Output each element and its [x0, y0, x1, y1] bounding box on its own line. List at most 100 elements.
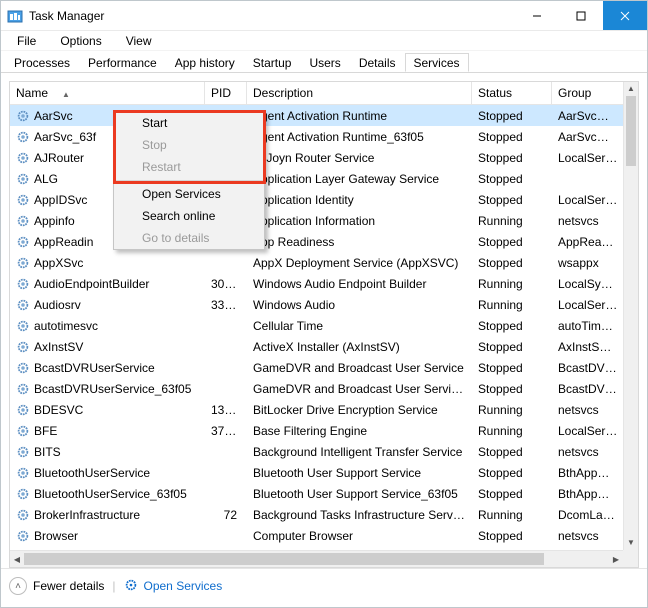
table-row[interactable]: AppinfoApplication InformationRunningnet… [10, 210, 638, 231]
services-table[interactable]: Name▲ PID Description Status Group AarSv… [9, 81, 639, 568]
service-group: LocalService [552, 298, 624, 312]
service-status: Stopped [472, 319, 552, 333]
col-status[interactable]: Status [472, 82, 552, 104]
scroll-up-icon[interactable]: ▲ [624, 82, 638, 96]
service-status: Stopped [472, 193, 552, 207]
service-desc: GameDVR and Broadcast User Service [247, 361, 472, 375]
table-row[interactable]: ALGApplication Layer Gateway ServiceStop… [10, 168, 638, 189]
table-row[interactable]: BcastDVRUserServiceGameDVR and Broadcast… [10, 357, 638, 378]
service-name: BluetoothUserService [34, 466, 150, 480]
scroll-down-icon[interactable]: ▼ [624, 536, 638, 550]
table-row[interactable]: autotimesvcCellular TimeStoppedautoTimeS… [10, 315, 638, 336]
gear-icon [124, 578, 138, 595]
table-row[interactable]: BcastDVRUserService_63f05 GameDVR and Bro… [10, 378, 638, 399]
table-row[interactable]: AJRouterAllJoyn Router ServiceStoppedLoc… [10, 147, 638, 168]
service-group: AppReadine [552, 235, 624, 249]
menu-view[interactable]: View [114, 32, 164, 50]
table-row[interactable]: BFE3748Base Filtering EngineRunningLocal… [10, 420, 638, 441]
table-row[interactable]: AarSvc_63fAgent Activation Runtime_63f05… [10, 126, 638, 147]
vscroll-thumb[interactable] [626, 96, 636, 166]
maximize-button[interactable] [559, 1, 603, 30]
window-titlebar: Task Manager [1, 1, 647, 31]
tab-performance[interactable]: Performance [79, 53, 166, 72]
service-desc: GameDVR and Broadcast User Servic... [247, 382, 472, 396]
scroll-left-icon[interactable]: ◀ [10, 551, 24, 567]
service-status: Stopped [472, 382, 552, 396]
horizontal-scrollbar[interactable]: ◀ ▶ [10, 550, 623, 567]
ctx-stop: Stop [114, 134, 264, 156]
tab-users[interactable]: Users [300, 53, 349, 72]
service-desc: Bluetooth User Support Service_63f05 [247, 487, 472, 501]
service-desc: Bluetooth User Support Service [247, 466, 472, 480]
table-row[interactable]: BrowserComputer BrowserStoppednetsvcs [10, 525, 638, 546]
open-services-link[interactable]: Open Services [124, 578, 223, 595]
table-row[interactable]: AppReadinApp ReadinessStoppedAppReadine [10, 231, 638, 252]
table-row[interactable]: AppIDSvcApplication IdentityStoppedLocal… [10, 189, 638, 210]
table-row[interactable]: BDESVC1392BitLocker Drive Encryption Ser… [10, 399, 638, 420]
service-desc: BitLocker Drive Encryption Service [247, 403, 472, 417]
service-pid: 1392 [205, 403, 247, 417]
table-row[interactable]: AarSvcAgent Activation RuntimeStoppedAar… [10, 105, 638, 126]
ctx-search-online[interactable]: Search online [114, 205, 264, 227]
ctx-open-services[interactable]: Open Services [114, 183, 264, 205]
service-group: LocalSystem [552, 277, 624, 291]
tab-app-history[interactable]: App history [166, 53, 244, 72]
service-group: AxInstSVGro [552, 340, 624, 354]
table-row[interactable]: BluetoothUserService Bluetooth User Suppo… [10, 462, 638, 483]
col-name[interactable]: Name▲ [10, 82, 205, 104]
ctx-separator [115, 180, 263, 181]
minimize-button[interactable] [515, 1, 559, 30]
service-desc: ActiveX Installer (AxInstSV) [247, 340, 472, 354]
tab-processes[interactable]: Processes [5, 53, 79, 72]
tab-details[interactable]: Details [350, 53, 405, 72]
service-gear-icon [16, 508, 30, 522]
service-desc: Application Identity [247, 193, 472, 207]
service-status: Stopped [472, 151, 552, 165]
ctx-start[interactable]: Start [114, 112, 264, 134]
service-gear-icon [16, 466, 30, 480]
service-name: BcastDVRUserService_63f05 [34, 382, 191, 396]
close-button[interactable] [603, 1, 647, 30]
service-group: netsvcs [552, 529, 624, 543]
service-status: Stopped [472, 445, 552, 459]
table-row[interactable]: BITSBackground Intelligent Transfer Serv… [10, 441, 638, 462]
menu-options[interactable]: Options [48, 32, 113, 50]
service-status: Stopped [472, 109, 552, 123]
tab-services[interactable]: Services [405, 53, 469, 72]
service-desc: Agent Activation Runtime_63f05 [247, 130, 472, 144]
service-name: BFE [34, 424, 57, 438]
footer-bar: ˄ Fewer details | Open Services [1, 569, 647, 603]
service-group: LocalService [552, 193, 624, 207]
hscroll-thumb[interactable] [24, 553, 544, 565]
table-row[interactable]: AxInstSVActiveX Installer (AxInstSV)Stop… [10, 336, 638, 357]
col-group[interactable]: Group [552, 82, 624, 104]
table-row[interactable]: BluetoothUserService_63f05Bluetooth User… [10, 483, 638, 504]
service-pid: 3024 [205, 277, 247, 291]
table-row[interactable]: BrokerInfrastructure72Background Tasks I… [10, 504, 638, 525]
service-status: Running [472, 403, 552, 417]
service-desc: Windows Audio Endpoint Builder [247, 277, 472, 291]
vertical-scrollbar[interactable]: ▲ ▼ [623, 82, 638, 550]
service-desc: Windows Audio [247, 298, 472, 312]
service-name: Audiosrv [34, 298, 81, 312]
service-group: BthAppGrou [552, 466, 624, 480]
service-gear-icon [16, 487, 30, 501]
menu-file[interactable]: File [5, 32, 48, 50]
col-description[interactable]: Description [247, 82, 472, 104]
table-row[interactable]: AppXSvcAppX Deployment Service (AppXSVC)… [10, 252, 638, 273]
tab-strip: Processes Performance App history Startu… [1, 51, 647, 73]
service-gear-icon [16, 529, 30, 543]
col-pid[interactable]: PID [205, 82, 247, 104]
fewer-details-button[interactable]: ˄ Fewer details [9, 577, 104, 595]
service-pid: 3748 [205, 424, 247, 438]
scroll-right-icon[interactable]: ▶ [609, 551, 623, 567]
service-group: AarSvcGrou [552, 109, 624, 123]
service-name: AJRouter [34, 151, 84, 165]
service-status: Running [472, 298, 552, 312]
service-name: Appinfo [34, 214, 75, 228]
table-row[interactable]: Audiosrv3328Windows AudioRunningLocalSer… [10, 294, 638, 315]
table-row[interactable]: AudioEndpointBuilder3024Windows Audio En… [10, 273, 638, 294]
service-gear-icon [16, 445, 30, 459]
service-group: netsvcs [552, 214, 624, 228]
tab-startup[interactable]: Startup [244, 53, 301, 72]
